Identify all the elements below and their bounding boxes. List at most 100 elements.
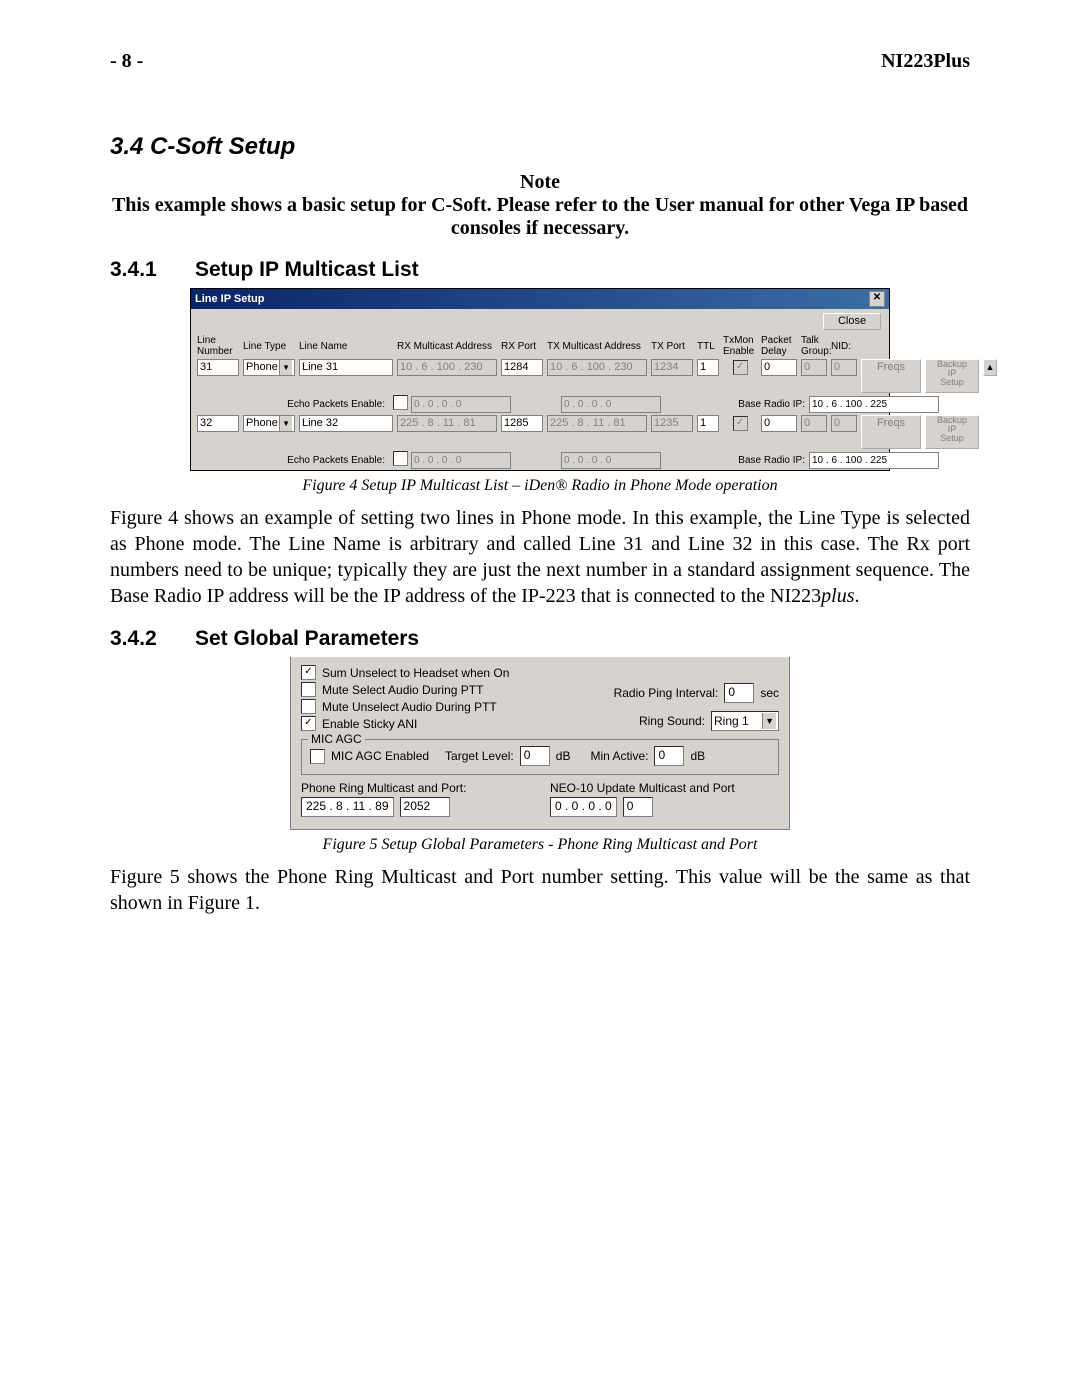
line-number-input[interactable]: 32	[197, 415, 239, 432]
packet-delay-input[interactable]: 0	[761, 415, 797, 432]
echo-rx-addr[interactable]: 0 . 0 . 0 . 0	[411, 452, 511, 469]
column-headers: Line Number Line Type Line Name RX Multi…	[191, 331, 889, 358]
tx-port-input[interactable]: 1235	[651, 415, 693, 432]
line-type-select[interactable]: Phone▼	[243, 359, 295, 376]
section-342-title: 3.4.2Set Global Parameters	[110, 627, 970, 651]
section-342-num: 3.4.2	[110, 627, 195, 651]
hdr-tx-addr: TX Multicast Address	[547, 341, 647, 352]
target-level-unit: dB	[556, 749, 571, 763]
phone-ring-port-input[interactable]: 2052	[400, 797, 450, 817]
ring-sound-label: Ring Sound:	[639, 714, 705, 728]
ring-sound-select[interactable]: Ring 1▼	[711, 711, 779, 731]
hdr-rx-port: RX Port	[501, 341, 543, 352]
hdr-talk-group: Talk Group:	[801, 335, 827, 357]
radio-ping-label: Radio Ping Interval:	[614, 686, 719, 700]
talk-group-input[interactable]: 0	[801, 359, 827, 376]
chevron-down-icon: ▼	[279, 416, 292, 431]
close-icon[interactable]: ✕	[869, 291, 885, 307]
min-active-unit: dB	[690, 749, 705, 763]
mute-unselect-checkbox[interactable]	[301, 699, 316, 714]
target-level-input[interactable]: 0	[520, 746, 550, 766]
rx-addr-input[interactable]: 225 . 8 . 11 . 81	[397, 415, 497, 432]
txmon-checkbox[interactable]: ✓	[733, 416, 748, 431]
page-number-left: - 8 -	[110, 50, 143, 73]
section-341-num: 3.4.1	[110, 258, 195, 282]
packet-delay-input[interactable]: 0	[761, 359, 797, 376]
base-radio-ip-label: Base Radio IP:	[725, 399, 805, 410]
target-level-label: Target Level:	[445, 749, 514, 763]
freqs-button[interactable]: Freqs	[861, 415, 921, 449]
backup-ip-setup-button[interactable]: Backup IP Setup	[925, 415, 979, 449]
base-radio-ip-input[interactable]: 10 . 6 . 100 . 225	[809, 452, 939, 469]
echo-enable-label: Echo Packets Enable:	[243, 399, 389, 410]
nid-input[interactable]: 0	[831, 415, 857, 432]
hdr-packet-delay: Packet Delay	[761, 335, 797, 357]
echo-row: Echo Packets Enable: 0 . 0 . 0 . 0 0 . 0 .…	[191, 450, 889, 470]
line-name-input[interactable]: Line 32	[299, 415, 393, 432]
neo10-label: NEO-10 Update Multicast and Port	[550, 781, 779, 795]
section-341-title: 3.4.1Setup IP Multicast List	[110, 258, 970, 282]
freqs-button[interactable]: Freqs	[861, 359, 921, 393]
hdr-tx-port: TX Port	[651, 341, 693, 352]
echo-enable-checkbox[interactable]	[393, 451, 408, 466]
echo-rx-addr[interactable]: 0 . 0 . 0 . 0	[411, 396, 511, 413]
talk-group-input[interactable]: 0	[801, 415, 827, 432]
tx-addr-input[interactable]: 225 . 8 . 11 . 81	[547, 415, 647, 432]
ttl-input[interactable]: 1	[697, 415, 719, 432]
min-active-label: Min Active:	[590, 749, 648, 763]
echo-tx-addr[interactable]: 0 . 0 . 0 . 0	[561, 452, 661, 469]
chevron-down-icon: ▼	[762, 713, 776, 729]
para-after-fig4: Figure 4 shows an example of setting two…	[110, 505, 970, 609]
note-body: This example shows a basic setup for C-S…	[110, 194, 970, 240]
section-341-text: Setup IP Multicast List	[195, 258, 419, 281]
mute-unselect-label: Mute Unselect Audio During PTT	[322, 700, 497, 714]
echo-enable-checkbox[interactable]	[393, 395, 408, 410]
radio-ping-input[interactable]: 0	[724, 683, 754, 703]
mic-agc-legend: MIC AGC	[308, 732, 365, 746]
phone-ring-ip-input[interactable]: 225 . 8 . 11 . 89	[301, 797, 394, 817]
mic-agc-enabled-checkbox[interactable]	[310, 749, 325, 764]
mic-agc-fieldset: MIC AGC MIC AGC Enabled Target Level: 0 …	[301, 739, 779, 775]
min-active-input[interactable]: 0	[654, 746, 684, 766]
close-button[interactable]: Close	[823, 313, 881, 330]
txmon-checkbox[interactable]: ✓	[733, 360, 748, 375]
echo-enable-label: Echo Packets Enable:	[243, 455, 389, 466]
neo10-ip-input[interactable]: 0 . 0 . 0 . 0	[550, 797, 617, 817]
base-radio-ip-input[interactable]: 10 . 6 . 100 . 225	[809, 396, 939, 413]
chevron-down-icon: ▼	[279, 360, 292, 375]
note-heading: Note	[110, 171, 970, 194]
rx-addr-input[interactable]: 10 . 6 . 100 . 230	[397, 359, 497, 376]
section-342-text: Set Global Parameters	[195, 627, 419, 650]
line-type-select[interactable]: Phone▼	[243, 415, 295, 432]
mute-select-label: Mute Select Audio During PTT	[322, 683, 483, 697]
sticky-ani-checkbox[interactable]: ✓	[301, 716, 316, 731]
sum-unselect-label: Sum Unselect to Headset when On	[322, 666, 509, 680]
window-title: Line IP Setup	[195, 293, 264, 305]
nid-input[interactable]: 0	[831, 359, 857, 376]
hdr-nid: NID:	[831, 341, 857, 352]
titlebar: Line IP Setup ✕	[191, 289, 889, 309]
line-name-input[interactable]: Line 31	[299, 359, 393, 376]
hdr-line-name: Line Name	[299, 341, 393, 352]
radio-ping-unit: sec	[760, 686, 779, 700]
line-row: 31Phone▼Line 3110 . 6 . 100 . 230128410 …	[191, 358, 889, 394]
line-number-input[interactable]: 31	[197, 359, 239, 376]
tx-port-input[interactable]: 1234	[651, 359, 693, 376]
rx-port-input[interactable]: 1285	[501, 415, 543, 432]
mute-select-checkbox[interactable]	[301, 682, 316, 697]
ttl-input[interactable]: 1	[697, 359, 719, 376]
sticky-ani-label: Enable Sticky ANI	[322, 717, 417, 731]
hdr-line-type: Line Type	[243, 341, 295, 352]
line-row: 32Phone▼Line 32225 . 8 . 11 . 811285225 …	[191, 414, 889, 450]
tx-addr-input[interactable]: 10 . 6 . 100 . 230	[547, 359, 647, 376]
echo-tx-addr[interactable]: 0 . 0 . 0 . 0	[561, 396, 661, 413]
global-parameters-panel: ✓ Sum Unselect to Headset when On Mute Se…	[290, 657, 790, 830]
sum-unselect-checkbox[interactable]: ✓	[301, 665, 316, 680]
hdr-txmon: TxMon Enable	[723, 335, 757, 357]
hdr-rx-addr: RX Multicast Address	[397, 341, 497, 352]
rx-port-input[interactable]: 1284	[501, 359, 543, 376]
page-number-right: NI223Plus	[881, 50, 970, 73]
neo10-port-input[interactable]: 0	[623, 797, 653, 817]
backup-ip-setup-button[interactable]: Backup IP Setup	[925, 359, 979, 393]
scroll-up-button[interactable]: ▲	[983, 359, 997, 376]
